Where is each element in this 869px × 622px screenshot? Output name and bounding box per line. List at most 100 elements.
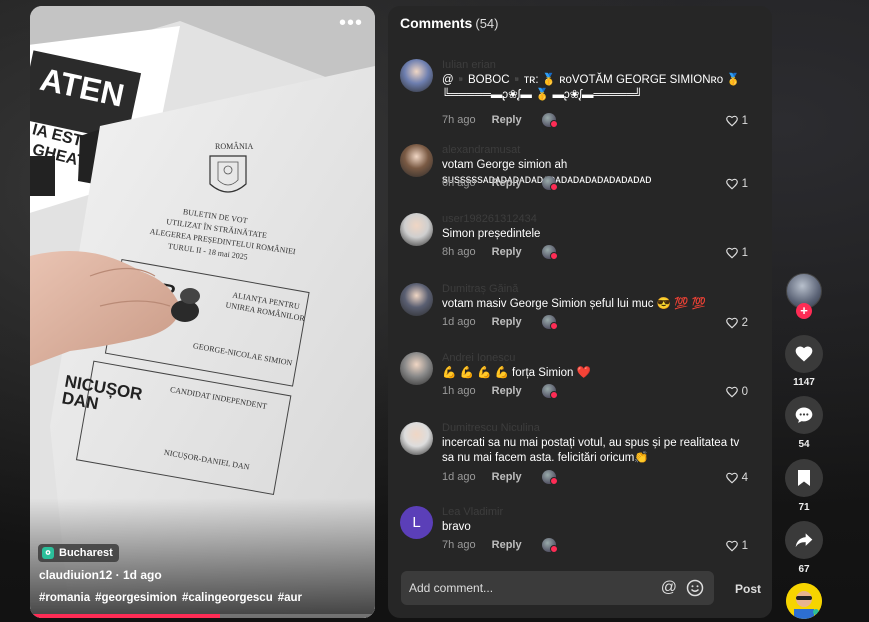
- comment-text: incercati sa nu mai postați votul, au sp…: [442, 436, 760, 466]
- comment-meta: 1d ago Reply: [442, 315, 558, 330]
- comment-text-line: votam masiv George Simion șeful lui muc …: [442, 298, 707, 310]
- video-player[interactable]: ATEN IA ESTE GHEATĂ ROMÂNIA BULETIN DE V…: [30, 6, 375, 618]
- mention-icon[interactable]: @: [661, 579, 677, 597]
- comment-author[interactable]: user198261312434: [442, 213, 537, 225]
- heart-outline-icon: [725, 177, 739, 191]
- comment-text-line: ╚═════▬ᶗ❀ᶘ▬ 🥇 ▬ᶗ❀ᶘ▬═════╝: [442, 89, 643, 101]
- creator-liked-avatar: [541, 176, 558, 191]
- video-progress-fill: [30, 614, 220, 618]
- bookmark-icon: [798, 470, 810, 486]
- ballot-country: ROMÂNIA: [215, 141, 253, 151]
- comment-author[interactable]: alexandramusat: [442, 144, 520, 156]
- location-chip[interactable]: Bucharest: [38, 544, 119, 562]
- creator-liked-avatar: [541, 384, 558, 399]
- user-avatar[interactable]: [786, 583, 822, 619]
- comment-bubble-icon: [795, 407, 813, 423]
- comment-text-line: incercati sa nu mai postați votul, au sp…: [442, 437, 740, 449]
- share-button[interactable]: [785, 521, 823, 559]
- comment-avatar[interactable]: [400, 352, 433, 385]
- comment-like-count: 0: [741, 386, 748, 398]
- comment-item: Iulian erian @▪️BOBOC▪️ᴛʀ: 🥇 ʀᴏVOTĂM GEOR…: [400, 59, 762, 131]
- comment-like-count: 1: [741, 178, 748, 190]
- heart-icon: [795, 346, 813, 362]
- comment-text-line: sa nu mai facem asta. felicitări oricum👏: [442, 452, 649, 464]
- comment-item: user198261312434 Simon președintele 8h ago…: [400, 213, 762, 263]
- comment-like-button[interactable]: 4: [725, 471, 748, 485]
- comment-author[interactable]: Lea Vladimir: [442, 506, 503, 518]
- comment-avatar[interactable]: [400, 144, 433, 177]
- comment-item: Dumitrescu Niculina incercati sa nu mai p…: [400, 422, 762, 488]
- comment-text-line: Simon președintele: [442, 228, 541, 240]
- comments-title: Comments: [400, 15, 473, 31]
- comment-avatar[interactable]: [400, 59, 433, 92]
- follow-button[interactable]: +: [796, 303, 812, 319]
- reply-button[interactable]: Reply: [492, 246, 522, 258]
- reply-button[interactable]: Reply: [492, 177, 522, 189]
- hashtag[interactable]: #calingeorgescu: [182, 592, 273, 604]
- comment-meta: 7h ago Reply: [442, 538, 558, 553]
- comment-avatar[interactable]: L: [400, 506, 433, 539]
- add-comment-input[interactable]: Add comment... @: [401, 571, 714, 605]
- comment-text-line: bravo: [442, 521, 471, 533]
- comment-meta: 6h ago Reply: [442, 176, 558, 191]
- comment-meta: 7h ago Reply: [442, 113, 558, 128]
- save-count: 71: [798, 502, 810, 513]
- comment-text-line: @▪️BOBOC▪️ᴛʀ: 🥇 ʀᴏVOTĂM GEORGE SIMIONʀᴏ …: [442, 74, 741, 86]
- creator-liked-avatar: [541, 538, 558, 553]
- comment-like-count: 4: [741, 472, 748, 484]
- comment-meta: 1h ago Reply: [442, 384, 558, 399]
- reply-button[interactable]: Reply: [492, 385, 522, 397]
- comment-item: alexandramusatvotam George simion ah sus…: [400, 144, 762, 194]
- comment-avatar[interactable]: [400, 422, 433, 455]
- comment-like-button[interactable]: 0: [725, 385, 748, 399]
- like-button[interactable]: [785, 335, 823, 373]
- comment-author[interactable]: Andrei Ionescu: [442, 352, 515, 364]
- comment-text: bravo: [442, 520, 760, 535]
- heart-outline-icon: [725, 539, 739, 553]
- reply-button[interactable]: Reply: [492, 316, 522, 328]
- creator-liked-avatar: [541, 315, 558, 330]
- emoji-icon[interactable]: [686, 579, 704, 602]
- comment-text: Simon președintele: [442, 227, 760, 242]
- hashtag[interactable]: #romania: [39, 592, 90, 604]
- comment-item: Andrei Ionescu 💪 💪 💪 💪 forța Simion ❤️ 1h …: [400, 352, 762, 402]
- post-button[interactable]: Post: [735, 582, 761, 596]
- comment-author[interactable]: Dumitraș Găină: [442, 283, 518, 295]
- comment-meta: 1d ago Reply: [442, 470, 558, 485]
- video-progress-bar[interactable]: [30, 614, 375, 618]
- comment-time: 1d ago: [442, 471, 476, 483]
- comment-author[interactable]: Iulian erian: [442, 59, 496, 71]
- comment-like-button[interactable]: 1: [725, 246, 748, 260]
- comment-like-button[interactable]: 1: [725, 114, 748, 128]
- comment-like-button[interactable]: 1: [725, 177, 748, 191]
- comment-avatar[interactable]: [400, 213, 433, 246]
- comment-time: 6h ago: [442, 177, 476, 189]
- comment-text: @▪️BOBOC▪️ᴛʀ: 🥇 ʀᴏVOTĂM GEORGE SIMIONʀᴏ …: [442, 73, 760, 103]
- comment-time: 1d ago: [442, 316, 476, 328]
- comment-like-button[interactable]: 1: [725, 539, 748, 553]
- reply-button[interactable]: Reply: [492, 114, 522, 126]
- hashtag[interactable]: #georgesimion: [95, 592, 177, 604]
- comment-time: 8h ago: [442, 246, 476, 258]
- location-label: Bucharest: [59, 547, 113, 559]
- comment-like-count: 1: [741, 115, 748, 127]
- comment-like-button[interactable]: 2: [725, 316, 748, 330]
- more-options-icon[interactable]: •••: [339, 13, 363, 33]
- reply-button[interactable]: Reply: [492, 539, 522, 551]
- reply-button[interactable]: Reply: [492, 471, 522, 483]
- heart-outline-icon: [725, 246, 739, 260]
- comment-author[interactable]: Dumitrescu Niculina: [442, 422, 540, 434]
- comment-text-line: 💪 💪 💪 💪 forța Simion ❤️: [442, 367, 591, 379]
- video-author[interactable]: claudiuion12 · 1d ago: [39, 568, 162, 582]
- like-count: 1147: [793, 377, 815, 388]
- share-count: 67: [798, 564, 810, 575]
- comment-avatar[interactable]: [400, 283, 433, 316]
- hashtag[interactable]: #aur: [278, 592, 302, 604]
- comment-button[interactable]: [785, 396, 823, 434]
- comment-item: L Lea Vladimir bravo 7h ago Reply 1: [400, 506, 762, 556]
- action-rail: + 1147 54 71 67: [783, 0, 827, 622]
- comments-panel: Comments (54) Iulian erian @▪️BOBOC▪️ᴛʀ: 🥇…: [388, 6, 772, 618]
- save-button[interactable]: [785, 459, 823, 497]
- comment-text: votam masiv George Simion șeful lui muc …: [442, 297, 760, 312]
- user-avatar-face-icon: [786, 583, 822, 619]
